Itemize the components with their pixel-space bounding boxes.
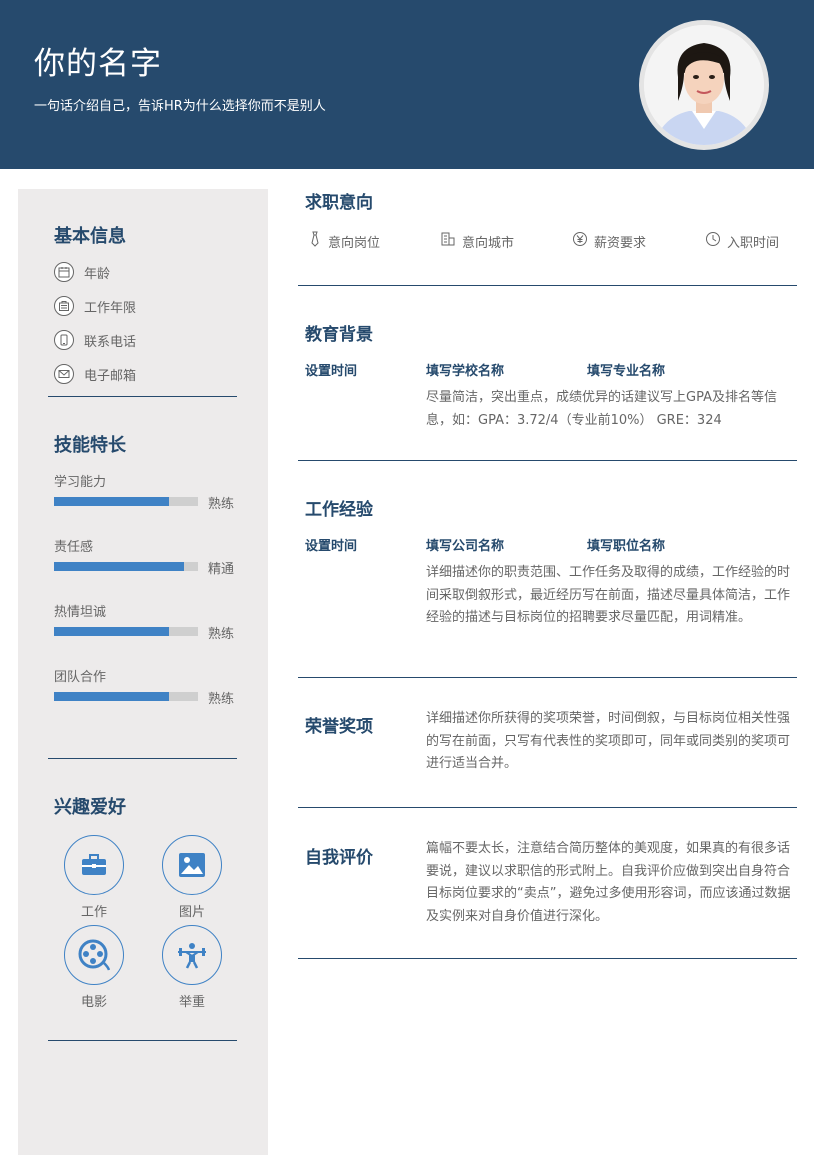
self-eval-description[interactable]: 篇幅不要太长，注意结合简历整体的美观度，如果真的有很多话要说，建议以求职信的形式…: [426, 838, 796, 928]
info-email-label: 电子邮箱: [84, 368, 137, 384]
skill-bar: [54, 497, 198, 506]
section-divider: [298, 807, 797, 808]
education-time[interactable]: 设置时间: [305, 360, 357, 379]
work-position[interactable]: 填写职位名称: [587, 535, 665, 554]
hobby-label: 工作: [80, 905, 107, 920]
calendar-icon: [54, 262, 74, 282]
work-time[interactable]: 设置时间: [305, 535, 357, 554]
hobby-weightlifting[interactable]: 举重: [160, 925, 224, 1010]
hobby-movie[interactable]: 电影: [62, 925, 126, 1010]
candidate-name[interactable]: 你的名字: [34, 38, 162, 83]
tie-icon: [308, 231, 322, 251]
yen-icon: [572, 231, 588, 251]
info-phone[interactable]: 联系电话: [54, 330, 136, 350]
intent-start-date-label: 入职时间: [727, 235, 780, 251]
film-reel-icon: [64, 925, 124, 985]
skill-name: 责任感: [54, 540, 94, 555]
skills-title: 技能特长: [54, 435, 126, 456]
section-divider: [298, 285, 797, 286]
skill-bar: [54, 692, 198, 701]
skill-name: 热情坦诚: [54, 605, 107, 620]
portrait-photo: [644, 25, 764, 145]
skill-name: 学习能力: [54, 475, 107, 490]
info-age[interactable]: 年龄: [54, 262, 110, 282]
hobby-label: 图片: [178, 905, 205, 920]
briefcase-list-icon: [54, 296, 74, 316]
avatar[interactable]: [639, 20, 769, 150]
skill-level: 熟练: [208, 497, 235, 512]
sidebar-divider: [48, 396, 237, 397]
weightlifting-icon: [162, 925, 222, 985]
info-work-years[interactable]: 工作年限: [54, 296, 136, 316]
work-description[interactable]: 详细描述你的职责范围、工作任务及取得的成绩，工作经验的时间采取倒叙形式，最近经历…: [426, 562, 796, 630]
work-title: 工作经验: [305, 500, 373, 520]
job-intent-title: 求职意向: [305, 193, 373, 213]
sidebar: 基本信息 年龄 工作年限 联系电话 电子邮箱 技能特长 学习能力 熟练 责任感 …: [18, 189, 268, 1155]
hobby-label: 举重: [178, 995, 205, 1010]
skill-bar-fill: [54, 692, 170, 701]
self-eval-title: 自我评价: [305, 848, 373, 868]
skill-level: 熟练: [208, 692, 235, 707]
skill-bar-fill: [54, 562, 184, 571]
phone-icon: [54, 330, 74, 350]
intent-start-date[interactable]: 入职时间: [705, 231, 779, 251]
info-email[interactable]: 电子邮箱: [54, 364, 136, 384]
briefcase-icon: [64, 835, 124, 895]
hobby-work[interactable]: 工作: [62, 835, 126, 920]
info-phone-label: 联系电话: [84, 334, 137, 350]
candidate-tagline[interactable]: 一句话介绍自己，告诉HR为什么选择你而不是别人: [34, 95, 326, 114]
intent-position[interactable]: 意向岗位: [308, 231, 380, 251]
intent-salary[interactable]: 薪资要求: [572, 231, 646, 251]
mail-icon: [54, 364, 74, 384]
info-age-label: 年龄: [84, 266, 111, 282]
section-divider: [298, 677, 797, 678]
education-school[interactable]: 填写学校名称: [426, 360, 504, 379]
honors-title: 荣誉奖项: [305, 717, 373, 737]
intent-position-label: 意向岗位: [328, 235, 381, 251]
hobbies-title: 兴趣爱好: [54, 797, 126, 818]
sidebar-divider: [48, 758, 237, 759]
skill-item[interactable]: 学习能力 熟练: [54, 471, 244, 512]
skill-item[interactable]: 责任感 精通: [54, 536, 244, 577]
intent-city-label: 意向城市: [462, 235, 515, 251]
skill-bar-fill: [54, 627, 170, 636]
skill-name: 团队合作: [54, 670, 107, 685]
picture-icon: [162, 835, 222, 895]
sidebar-divider: [48, 1040, 237, 1041]
skill-level: 熟练: [208, 627, 235, 642]
building-icon: [440, 231, 456, 251]
skill-item[interactable]: 团队合作 熟练: [54, 666, 244, 707]
skill-level: 精通: [208, 562, 235, 577]
info-work-years-label: 工作年限: [84, 300, 137, 316]
intent-city[interactable]: 意向城市: [440, 231, 514, 251]
hobby-label: 电影: [80, 995, 107, 1010]
work-company[interactable]: 填写公司名称: [426, 535, 504, 554]
education-major[interactable]: 填写专业名称: [587, 360, 665, 379]
skill-bar: [54, 562, 198, 571]
section-divider: [298, 958, 797, 959]
intent-salary-label: 薪资要求: [594, 235, 647, 251]
skill-bar-fill: [54, 497, 170, 506]
honors-description[interactable]: 详细描述你所获得的奖项荣誉，时间倒叙，与目标岗位相关性强的写在前面，只写有代表性…: [426, 708, 796, 776]
header-banner: 你的名字 一句话介绍自己，告诉HR为什么选择你而不是别人: [0, 0, 814, 169]
basic-info-title: 基本信息: [54, 226, 126, 247]
skill-item[interactable]: 热情坦诚 熟练: [54, 601, 244, 642]
clock-icon: [705, 231, 721, 251]
section-divider: [298, 460, 797, 461]
education-title: 教育背景: [305, 325, 373, 345]
hobby-picture[interactable]: 图片: [160, 835, 224, 920]
skill-bar: [54, 627, 198, 636]
education-description[interactable]: 尽量简洁，突出重点，成绩优异的话建议写上GPA及排名等信息，如：GPA：3.72…: [426, 387, 796, 432]
